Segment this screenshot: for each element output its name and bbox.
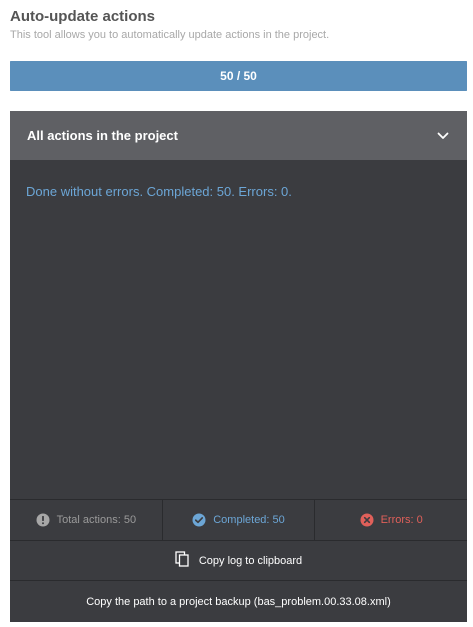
header: Auto-update actions This tool allows you… <box>10 8 467 42</box>
stat-completed: Completed: 50 <box>163 500 316 540</box>
stat-completed-label: Completed: 50 <box>213 514 285 526</box>
copy-backup-path-button[interactable]: Copy the path to a project backup (bas_p… <box>10 581 467 622</box>
chevron-down-icon <box>437 130 449 142</box>
stat-errors-label: Errors: 0 <box>380 514 423 526</box>
page-subtitle: This tool allows you to automatically up… <box>10 29 330 41</box>
exclamation-circle-icon <box>36 513 50 527</box>
log-panel: All actions in the project Done without … <box>10 111 467 622</box>
stats-bar: Total actions: 50 Completed: 50 Errors: … <box>10 499 467 541</box>
x-circle-icon <box>360 513 374 527</box>
copy-log-label: Copy log to clipboard <box>198 554 303 567</box>
log-message: Done without errors. Completed: 50. Erro… <box>26 184 292 199</box>
copy-backup-path-label: Copy the path to a project backup (bas_p… <box>86 595 391 608</box>
progress-label: 50 / 50 <box>220 69 257 83</box>
copy-log-button[interactable]: Copy log to clipboard <box>10 541 467 581</box>
scope-dropdown[interactable]: All actions in the project <box>10 111 467 160</box>
copy-icon <box>175 551 189 570</box>
progress-bar: 50 / 50 <box>10 61 467 91</box>
page-title: Auto-update actions <box>10 8 155 25</box>
stat-total: Total actions: 50 <box>10 500 163 540</box>
stat-total-label: Total actions: 50 <box>56 514 137 526</box>
stat-errors: Errors: 0 <box>315 500 467 540</box>
scope-dropdown-label: All actions in the project <box>27 128 178 143</box>
check-circle-icon <box>192 513 206 527</box>
